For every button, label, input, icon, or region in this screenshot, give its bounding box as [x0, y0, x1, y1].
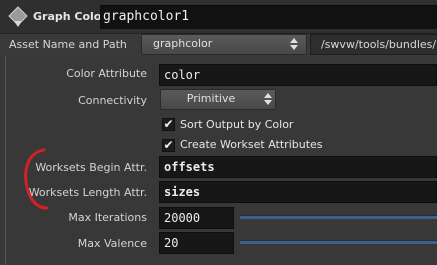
asset-name-dropdown[interactable]: graphcolor	[141, 34, 307, 55]
sort-output-checkbox[interactable]: ✔	[162, 118, 175, 131]
color-attribute-input[interactable]: color	[159, 64, 437, 86]
worksets-length-input[interactable]: sizes	[159, 181, 437, 203]
worksets-length-label: Worksets Length Attr.	[28, 186, 147, 199]
max-valence-slider[interactable]	[240, 240, 437, 244]
asset-path-field[interactable]: /swvw/tools/bundles/hfs	[310, 34, 437, 55]
max-valence-label: Max Valence	[77, 237, 147, 250]
max-valence-input[interactable]: 20	[159, 232, 234, 254]
color-attribute-label: Color Attribute	[66, 67, 147, 80]
node-name-field[interactable]: graphcolor1	[100, 5, 437, 29]
max-iterations-input[interactable]: 20000	[159, 207, 234, 229]
max-iterations-slider[interactable]	[240, 215, 437, 219]
sort-output-label: Sort Output by Color	[180, 118, 294, 131]
connectivity-dropdown[interactable]: Primitive	[160, 89, 276, 110]
node-type-icon[interactable]	[4, 3, 32, 31]
node-type-label: Graph Color	[33, 10, 107, 23]
chevron-updown-icon	[264, 93, 272, 105]
worksets-begin-input[interactable]: offsets	[159, 156, 437, 178]
create-worksets-label: Create Workset Attributes	[180, 138, 323, 151]
max-iterations-label: Max Iterations	[68, 211, 147, 224]
asset-name-label: Asset Name and Path	[9, 38, 127, 51]
chevron-updown-icon	[290, 38, 298, 50]
worksets-begin-label: Worksets Begin Attr.	[35, 161, 147, 174]
connectivity-label: Connectivity	[78, 94, 147, 107]
create-worksets-checkbox[interactable]: ✔	[162, 139, 175, 152]
